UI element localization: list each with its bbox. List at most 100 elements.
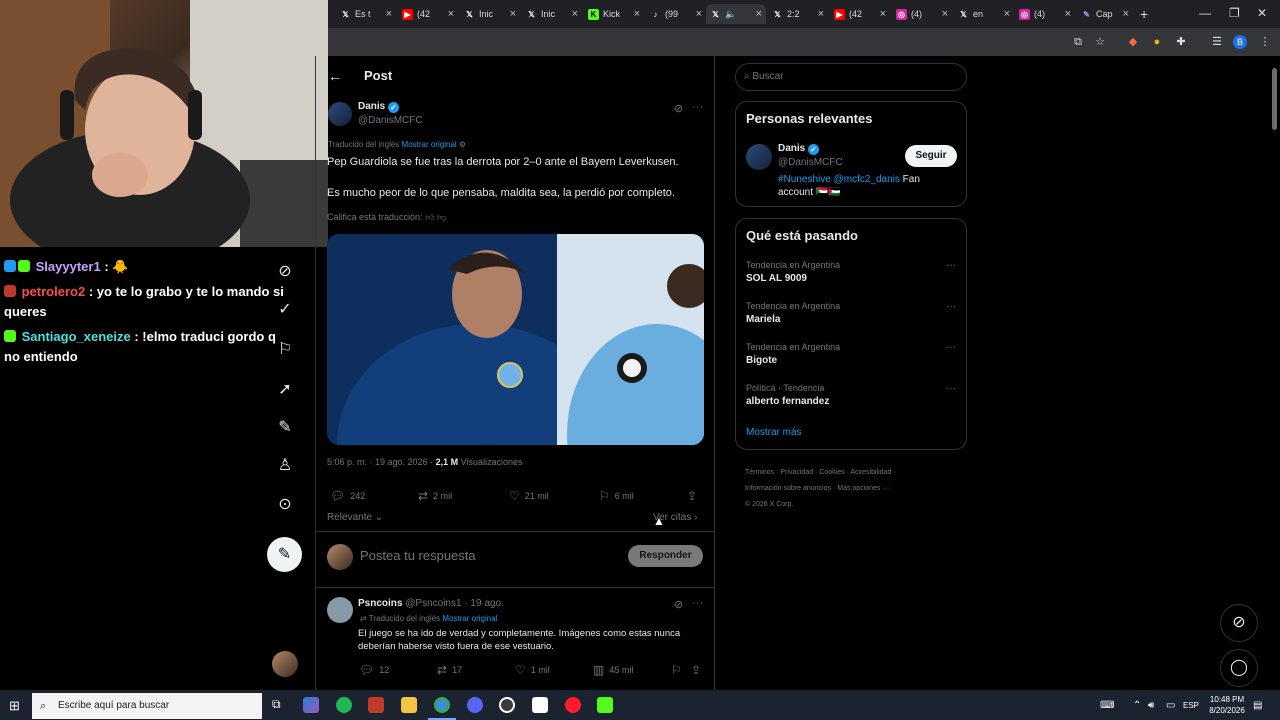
trend-item[interactable]: Política · Tendencia alberto fernandez bbox=[746, 383, 958, 407]
browser-tab[interactable]: 𝕏en × bbox=[954, 4, 1014, 24]
profile-avatar[interactable]: B bbox=[1233, 35, 1247, 49]
extension-fox-icon[interactable]: ◆ bbox=[1126, 35, 1140, 49]
lists-icon[interactable]: ✎ bbox=[275, 418, 295, 438]
close-icon[interactable]: × bbox=[634, 8, 640, 20]
reply-input[interactable]: Postea tu respuesta bbox=[360, 548, 476, 563]
reply-views[interactable]: ▥ 45 mil bbox=[593, 663, 633, 677]
notifications-icon[interactable]: ▤ bbox=[1253, 700, 1262, 711]
windows-start-icon[interactable]: ⊞ bbox=[9, 698, 20, 714]
show-more-link[interactable]: Mostrar más bbox=[746, 427, 802, 438]
verified-icon[interactable]: ✓ bbox=[275, 300, 295, 320]
more-options-icon[interactable]: ··· bbox=[692, 101, 703, 113]
network-icon[interactable]: ▭ bbox=[1166, 700, 1175, 711]
spotify-icon[interactable] bbox=[336, 697, 352, 713]
reply-date[interactable]: · 19 ago. bbox=[464, 598, 503, 609]
show-original-link[interactable]: Mostrar original bbox=[402, 140, 457, 149]
chat-username[interactable]: petrolero2 bbox=[22, 284, 86, 299]
footer-link-more[interactable]: Más opciones ··· bbox=[837, 485, 889, 492]
close-icon[interactable]: × bbox=[756, 8, 762, 20]
rocket-icon[interactable]: ➚ bbox=[275, 380, 295, 400]
browser-tab[interactable]: 𝕏 Inic × bbox=[460, 4, 520, 24]
trend-item[interactable]: Tendencia en Argentina Mariela bbox=[746, 301, 958, 325]
compose-post-button[interactable]: ✎ bbox=[267, 537, 302, 572]
close-icon[interactable]: × bbox=[510, 8, 516, 20]
browser-tab[interactable]: 𝕏 2:2 × bbox=[768, 4, 828, 24]
reply-author-handle[interactable]: @Psncoins1 bbox=[405, 598, 461, 609]
reply-reply-action[interactable]: 💬︎ 12 bbox=[359, 663, 389, 677]
browser-tab[interactable]: ◎ (4) × bbox=[892, 4, 952, 24]
copilot-icon[interactable] bbox=[303, 697, 319, 713]
discord-icon[interactable] bbox=[467, 697, 483, 713]
search-field[interactable]: ⌕ Buscar bbox=[735, 63, 967, 91]
app-icon[interactable] bbox=[532, 697, 548, 713]
messages-float-button[interactable]: ◯ bbox=[1220, 649, 1258, 687]
footer-link-privacy[interactable]: Privacidad bbox=[780, 469, 813, 476]
show-original-link[interactable]: Mostrar original bbox=[442, 614, 497, 623]
grok-icon[interactable]: ⊘ bbox=[674, 102, 683, 115]
gear-icon[interactable]: ⚙ bbox=[459, 140, 466, 149]
close-icon[interactable]: × bbox=[818, 8, 824, 20]
footer-link-ads-info[interactable]: Información sobre anuncios bbox=[745, 485, 831, 492]
install-icon[interactable]: ⧉ bbox=[1071, 35, 1085, 49]
post-video[interactable] bbox=[327, 234, 704, 445]
scrollbar-thumb[interactable] bbox=[1272, 68, 1277, 130]
reply-bookmark-action[interactable]: ⚐ bbox=[671, 663, 687, 677]
close-icon[interactable]: × bbox=[880, 8, 886, 20]
reply-like-action[interactable]: ♡ 1 mil bbox=[515, 663, 550, 677]
voice-app-icon[interactable] bbox=[368, 697, 384, 713]
trend-item[interactable]: Tendencia en Argentina Bigote bbox=[746, 342, 958, 366]
reply-submit-button[interactable]: Responder bbox=[628, 545, 703, 567]
author-name-row[interactable]: Danis ✓ bbox=[358, 101, 400, 113]
minimize-icon[interactable]: — bbox=[1199, 6, 1211, 20]
close-icon[interactable]: × bbox=[942, 8, 948, 20]
new-tab-button[interactable]: + bbox=[1136, 4, 1152, 24]
chat-username[interactable]: Slayyyter1 bbox=[36, 259, 101, 274]
browser-tab[interactable]: ◎ (4) × bbox=[1015, 4, 1075, 24]
share-action[interactable]: ⇪ bbox=[687, 489, 702, 503]
restore-icon[interactable]: ❐ bbox=[1229, 6, 1240, 20]
close-window-icon[interactable]: ✕ bbox=[1257, 6, 1267, 20]
task-view-icon[interactable]: ⧉ bbox=[272, 697, 281, 712]
grok-icon[interactable]: ⊘ bbox=[275, 262, 295, 282]
kick-icon[interactable] bbox=[597, 697, 613, 713]
browser-tab[interactable]: ▶ (42 × bbox=[398, 4, 458, 24]
close-icon[interactable]: × bbox=[572, 8, 578, 20]
keyboard-icon[interactable]: ⌨ bbox=[1100, 700, 1114, 711]
grok-float-button[interactable]: ⊘ bbox=[1220, 604, 1258, 642]
browser-tab[interactable]: 𝕏 Es t × bbox=[336, 4, 396, 24]
more-icon[interactable]: ⊙ bbox=[275, 495, 295, 515]
reply-author-name[interactable]: Psncoins bbox=[358, 598, 402, 609]
file-explorer-icon[interactable] bbox=[401, 697, 417, 713]
bio-hashtag-link[interactable]: #Nuneshive bbox=[778, 174, 831, 185]
volume-icon[interactable]: 🔊︎ bbox=[1148, 700, 1154, 711]
reply-action[interactable]: 💬︎ 242 bbox=[330, 489, 365, 503]
relevant-name[interactable]: Danis bbox=[778, 143, 805, 154]
footer-link-accessibility[interactable]: Accesibilidad bbox=[850, 469, 891, 476]
close-icon[interactable]: × bbox=[696, 8, 702, 20]
bio-mention-link[interactable]: @mcfc2_danis bbox=[834, 174, 900, 185]
chrome-icon[interactable] bbox=[434, 697, 450, 713]
trend-item[interactable]: Tendencia en Argentina SOL AL 9009 bbox=[746, 260, 958, 284]
footer-link-cookies[interactable]: Cookies bbox=[819, 469, 844, 476]
repost-action[interactable]: ⇄ 2 mil bbox=[418, 489, 452, 503]
extensions-icon[interactable]: ✚ bbox=[1174, 35, 1188, 49]
like-action[interactable]: ♡ 21 mil bbox=[509, 489, 549, 503]
taskbar-clock[interactable]: 10:48 PM 8/20/2026 bbox=[1202, 694, 1252, 716]
account-avatar[interactable] bbox=[272, 651, 298, 677]
more-options-icon[interactable]: ··· bbox=[946, 383, 956, 394]
relevant-avatar[interactable] bbox=[746, 144, 772, 170]
grok-icon[interactable]: ⊘ bbox=[674, 598, 683, 611]
post-timestamp[interactable]: 5:06 p. m. · 19 ago. 2026 · bbox=[327, 457, 433, 467]
more-options-icon[interactable]: ··· bbox=[946, 260, 956, 271]
reply-share-action[interactable]: ⇪ bbox=[691, 663, 706, 677]
page-scrollbar[interactable] bbox=[1270, 56, 1280, 690]
chevron-up-icon[interactable]: ⌃ bbox=[1133, 700, 1141, 711]
close-icon[interactable]: × bbox=[386, 8, 392, 20]
follow-button[interactable]: Seguir bbox=[905, 145, 957, 167]
author-avatar[interactable] bbox=[328, 102, 352, 126]
reply-author-avatar[interactable] bbox=[327, 597, 353, 623]
author-handle[interactable]: @DanisMCFC bbox=[358, 115, 423, 126]
thumbs-up-icon[interactable]: 👍︎ bbox=[425, 212, 434, 222]
language-indicator[interactable]: ESP bbox=[1183, 701, 1199, 710]
extension-color-icon[interactable]: ● bbox=[1150, 35, 1164, 49]
